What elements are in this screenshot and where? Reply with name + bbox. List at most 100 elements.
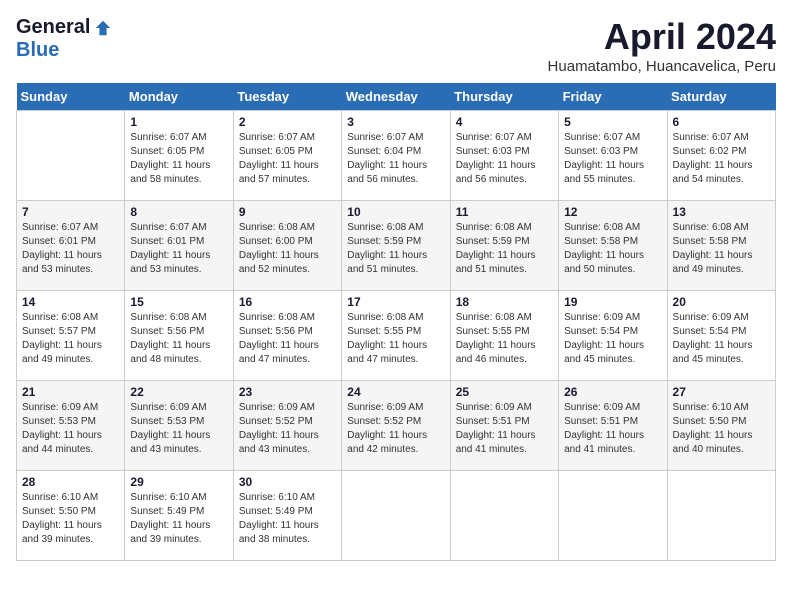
calendar-cell: 19 Sunrise: 6:09 AMSunset: 5:54 PMDayligh…	[559, 291, 667, 381]
day-info: Sunrise: 6:08 AMSunset: 5:57 PMDaylight:…	[22, 311, 119, 367]
calendar-cell: 24 Sunrise: 6:09 AMSunset: 5:52 PMDayligh…	[342, 381, 450, 471]
day-number: 2	[239, 115, 336, 129]
location: Huamatambo, Huancavelica, Peru	[548, 58, 776, 75]
calendar-header-friday: Friday	[559, 83, 667, 111]
logo-icon	[94, 19, 112, 37]
day-info: Sunrise: 6:10 AMSunset: 5:50 PMDaylight:…	[22, 491, 119, 547]
day-info: Sunrise: 6:08 AMSunset: 6:00 PMDaylight:…	[239, 221, 336, 277]
day-number: 5	[564, 115, 661, 129]
calendar-cell: 9 Sunrise: 6:08 AMSunset: 6:00 PMDaylight…	[233, 201, 341, 291]
calendar-cell	[450, 471, 558, 561]
calendar-cell: 20 Sunrise: 6:09 AMSunset: 5:54 PMDayligh…	[667, 291, 775, 381]
calendar-header-wednesday: Wednesday	[342, 83, 450, 111]
day-number: 6	[673, 115, 770, 129]
day-number: 22	[130, 385, 227, 399]
day-info: Sunrise: 6:08 AMSunset: 5:55 PMDaylight:…	[347, 311, 444, 367]
calendar-header-thursday: Thursday	[450, 83, 558, 111]
day-number: 16	[239, 295, 336, 309]
calendar-cell	[667, 471, 775, 561]
calendar-cell: 1Sunrise: 6:07 AMSunset: 6:05 PMDaylight…	[125, 111, 233, 201]
day-info: Sunrise: 6:09 AMSunset: 5:52 PMDaylight:…	[239, 401, 336, 457]
day-info: Sunrise: 6:07 AMSunset: 6:03 PMDaylight:…	[456, 131, 553, 187]
day-info: Sunrise: 6:09 AMSunset: 5:51 PMDaylight:…	[564, 401, 661, 457]
day-info: Sunrise: 6:09 AMSunset: 5:54 PMDaylight:…	[564, 311, 661, 367]
day-info: Sunrise: 6:08 AMSunset: 5:59 PMDaylight:…	[347, 221, 444, 277]
day-info: Sunrise: 6:07 AMSunset: 6:02 PMDaylight:…	[673, 131, 770, 187]
day-number: 17	[347, 295, 444, 309]
calendar-cell: 3 Sunrise: 6:07 AMSunset: 6:04 PMDaylight…	[342, 111, 450, 201]
calendar-cell: 6 Sunrise: 6:07 AMSunset: 6:02 PMDaylight…	[667, 111, 775, 201]
day-number: 20	[673, 295, 770, 309]
day-number: 10	[347, 205, 444, 219]
title-block: April 2024 Huamatambo, Huancavelica, Per…	[548, 16, 776, 75]
month-title: April 2024	[548, 16, 776, 58]
calendar-week-row: 21Sunrise: 6:09 AMSunset: 5:53 PMDayligh…	[17, 381, 776, 471]
calendar-week-row: 28 Sunrise: 6:10 AMSunset: 5:50 PMDayligh…	[17, 471, 776, 561]
calendar-cell: 16 Sunrise: 6:08 AMSunset: 5:56 PMDayligh…	[233, 291, 341, 381]
day-number: 27	[673, 385, 770, 399]
day-number: 7	[22, 205, 119, 219]
day-number: 30	[239, 475, 336, 489]
calendar-cell: 18 Sunrise: 6:08 AMSunset: 5:55 PMDayligh…	[450, 291, 558, 381]
day-info: Sunrise: 6:08 AMSunset: 5:56 PMDaylight:…	[239, 311, 336, 367]
day-number: 3	[347, 115, 444, 129]
day-info: Sunrise: 6:08 AMSunset: 5:55 PMDaylight:…	[456, 311, 553, 367]
calendar-cell	[559, 471, 667, 561]
calendar-cell: 12Sunrise: 6:08 AMSunset: 5:58 PMDayligh…	[559, 201, 667, 291]
day-info: Sunrise: 6:07 AMSunset: 6:04 PMDaylight:…	[347, 131, 444, 187]
day-number: 24	[347, 385, 444, 399]
calendar-table: SundayMondayTuesdayWednesdayThursdayFrid…	[16, 83, 776, 561]
calendar-cell: 13 Sunrise: 6:08 AMSunset: 5:58 PMDayligh…	[667, 201, 775, 291]
day-info: Sunrise: 6:09 AMSunset: 5:54 PMDaylight:…	[673, 311, 770, 367]
calendar-cell: 29 Sunrise: 6:10 AMSunset: 5:49 PMDayligh…	[125, 471, 233, 561]
calendar-header-monday: Monday	[125, 83, 233, 111]
calendar-week-row: 7 Sunrise: 6:07 AMSunset: 6:01 PMDaylight…	[17, 201, 776, 291]
calendar-header-saturday: Saturday	[667, 83, 775, 111]
day-info: Sunrise: 6:07 AMSunset: 6:01 PMDaylight:…	[130, 221, 227, 277]
day-info: Sunrise: 6:08 AMSunset: 5:59 PMDaylight:…	[456, 221, 553, 277]
calendar-header-tuesday: Tuesday	[233, 83, 341, 111]
day-number: 23	[239, 385, 336, 399]
logo-blue-text: Blue	[16, 39, 59, 62]
day-info: Sunrise: 6:09 AMSunset: 5:53 PMDaylight:…	[130, 401, 227, 457]
calendar-cell: 25Sunrise: 6:09 AMSunset: 5:51 PMDayligh…	[450, 381, 558, 471]
day-number: 28	[22, 475, 119, 489]
calendar-cell: 23 Sunrise: 6:09 AMSunset: 5:52 PMDayligh…	[233, 381, 341, 471]
day-info: Sunrise: 6:09 AMSunset: 5:52 PMDaylight:…	[347, 401, 444, 457]
calendar-cell: 17 Sunrise: 6:08 AMSunset: 5:55 PMDayligh…	[342, 291, 450, 381]
day-number: 1	[130, 115, 227, 129]
day-number: 11	[456, 205, 553, 219]
calendar-cell: 10 Sunrise: 6:08 AMSunset: 5:59 PMDayligh…	[342, 201, 450, 291]
day-info: Sunrise: 6:08 AMSunset: 5:56 PMDaylight:…	[130, 311, 227, 367]
calendar-cell: 7Sunrise: 6:07 AMSunset: 6:01 PMDaylight…	[17, 201, 125, 291]
day-info: Sunrise: 6:07 AMSunset: 6:05 PMDaylight:…	[239, 131, 336, 187]
calendar-cell: 26Sunrise: 6:09 AMSunset: 5:51 PMDayligh…	[559, 381, 667, 471]
day-number: 14	[22, 295, 119, 309]
page-header: General Blue April 2024 Huamatambo, Huan…	[16, 16, 776, 75]
logo-general-text: General	[16, 16, 90, 39]
calendar-cell: 15Sunrise: 6:08 AMSunset: 5:56 PMDayligh…	[125, 291, 233, 381]
calendar-header-sunday: Sunday	[17, 83, 125, 111]
calendar-cell: 28 Sunrise: 6:10 AMSunset: 5:50 PMDayligh…	[17, 471, 125, 561]
day-number: 29	[130, 475, 227, 489]
day-info: Sunrise: 6:08 AMSunset: 5:58 PMDaylight:…	[564, 221, 661, 277]
day-number: 19	[564, 295, 661, 309]
calendar-week-row: 14 Sunrise: 6:08 AMSunset: 5:57 PMDayligh…	[17, 291, 776, 381]
calendar-cell: 21Sunrise: 6:09 AMSunset: 5:53 PMDayligh…	[17, 381, 125, 471]
day-number: 13	[673, 205, 770, 219]
calendar-cell: 27 Sunrise: 6:10 AMSunset: 5:50 PMDayligh…	[667, 381, 775, 471]
calendar-cell: 8 Sunrise: 6:07 AMSunset: 6:01 PMDaylight…	[125, 201, 233, 291]
day-info: Sunrise: 6:08 AMSunset: 5:58 PMDaylight:…	[673, 221, 770, 277]
day-info: Sunrise: 6:09 AMSunset: 5:51 PMDaylight:…	[456, 401, 553, 457]
day-info: Sunrise: 6:10 AMSunset: 5:50 PMDaylight:…	[673, 401, 770, 457]
day-number: 9	[239, 205, 336, 219]
day-info: Sunrise: 6:10 AMSunset: 5:49 PMDaylight:…	[130, 491, 227, 547]
day-info: Sunrise: 6:07 AMSunset: 6:03 PMDaylight:…	[564, 131, 661, 187]
calendar-cell: 14 Sunrise: 6:08 AMSunset: 5:57 PMDayligh…	[17, 291, 125, 381]
calendar-cell: 2 Sunrise: 6:07 AMSunset: 6:05 PMDaylight…	[233, 111, 341, 201]
day-info: Sunrise: 6:10 AMSunset: 5:49 PMDaylight:…	[239, 491, 336, 547]
calendar-header-row: SundayMondayTuesdayWednesdayThursdayFrid…	[17, 83, 776, 111]
calendar-week-row: 1 Sunrise: 6:07 AMSunset: 6:05 PMDaylight…	[17, 111, 776, 201]
day-number: 8	[130, 205, 227, 219]
day-number: 18	[456, 295, 553, 309]
